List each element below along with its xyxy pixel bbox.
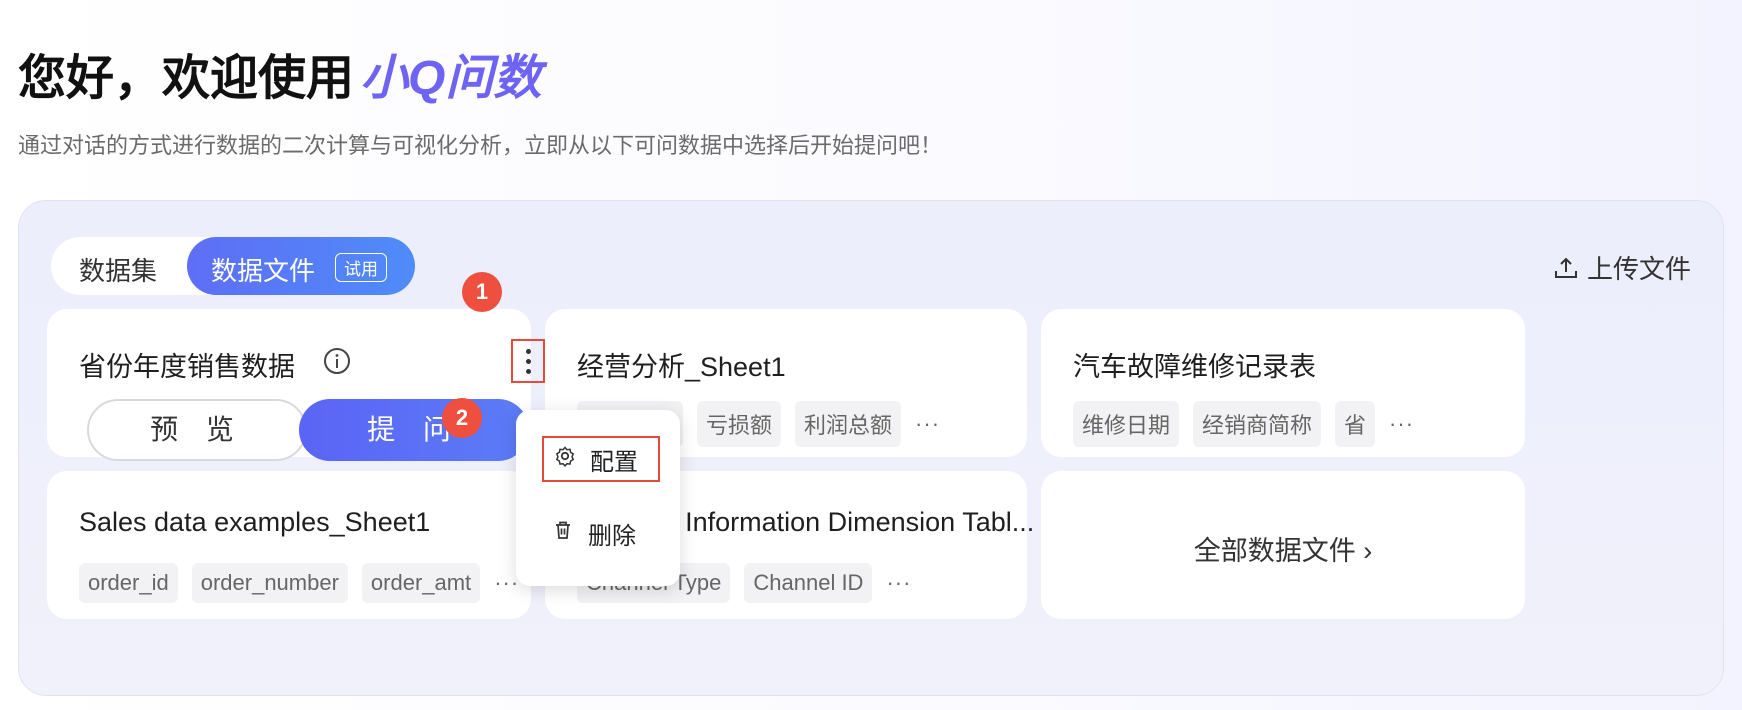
field-tag: 维修日期 <box>1073 401 1180 447</box>
ask-button[interactable]: 提 问 <box>299 399 529 461</box>
all-files-card[interactable]: 全部数据文件 › <box>1041 471 1525 619</box>
menu-item-config-label: 配置 <box>590 448 638 476</box>
page-title: 您好，欢迎使用 小Q问数 <box>18 38 541 108</box>
tab-switcher: 数据集 数据文件 试用 <box>51 237 415 295</box>
brand-name: 小Q问数 <box>360 52 542 105</box>
upload-label: 上传文件 <box>1586 254 1691 284</box>
more-options-icon[interactable] <box>511 339 545 383</box>
field-tag: 亏损额 <box>697 401 782 447</box>
field-tag: 省 <box>1335 401 1376 447</box>
info-icon[interactable] <box>323 347 351 380</box>
card-title: 汽车故障维修记录表 <box>1073 352 1316 382</box>
greeting-text: 您好，欢迎使用 <box>18 52 355 105</box>
field-tag: Channel ID <box>744 563 873 603</box>
upload-file-button[interactable]: 上传文件 <box>1553 249 1691 288</box>
menu-item-delete[interactable]: 删除 <box>552 516 636 551</box>
data-file-card[interactable]: 汽车故障维修记录表 维修日期 经销商简称 省 ··· <box>1041 309 1525 457</box>
trash-icon <box>552 519 574 548</box>
context-menu: 配置 删除 <box>516 410 680 586</box>
gear-icon <box>554 445 576 474</box>
step-marker-1: 1 <box>462 272 502 312</box>
field-tags: order_id order_number order_amt ··· <box>79 563 519 603</box>
field-tags: 维修日期 经销商简称 省 ··· <box>1073 401 1414 447</box>
field-tag: 经销商简称 <box>1193 401 1322 447</box>
data-file-card[interactable]: Sales data examples_Sheet1 order_id orde… <box>47 471 531 619</box>
trial-badge: 试用 <box>335 253 387 282</box>
more-fields-icon[interactable]: ··· <box>1389 411 1414 437</box>
tab-datafile-label: 数据文件 <box>211 256 316 286</box>
more-fields-icon[interactable]: ··· <box>886 570 911 596</box>
menu-item-config[interactable]: 配置 <box>542 436 660 482</box>
upload-icon <box>1553 255 1579 288</box>
page-subtitle: 通过对话的方式进行数据的二次计算与可视化分析，立即从以下可问数据中选择后开始提问… <box>18 133 943 158</box>
menu-item-delete-label: 删除 <box>588 523 636 550</box>
card-title: Sales data examples_Sheet1 <box>79 507 431 537</box>
tab-dataset[interactable]: 数据集 <box>79 251 157 288</box>
all-files-link[interactable]: 全部数据文件 › <box>1041 529 1525 568</box>
card-title: 省份年度销售数据 <box>79 352 295 382</box>
field-tag: 利润总额 <box>795 401 902 447</box>
card-title: 经营分析_Sheet1 <box>577 352 786 382</box>
step-marker-2: 2 <box>442 398 482 438</box>
field-tag: order_number <box>191 563 348 603</box>
data-panel: 数据集 数据文件 试用 上传文件 省份年度销售数据 预 览 提 问 经营分析_S… <box>18 200 1724 696</box>
more-fields-icon[interactable]: ··· <box>915 411 940 437</box>
field-tag: order_amt <box>361 563 481 603</box>
preview-button[interactable]: 预 览 <box>87 399 307 461</box>
field-tag: order_id <box>79 563 178 603</box>
tab-datafile[interactable]: 数据文件 试用 <box>187 237 415 295</box>
